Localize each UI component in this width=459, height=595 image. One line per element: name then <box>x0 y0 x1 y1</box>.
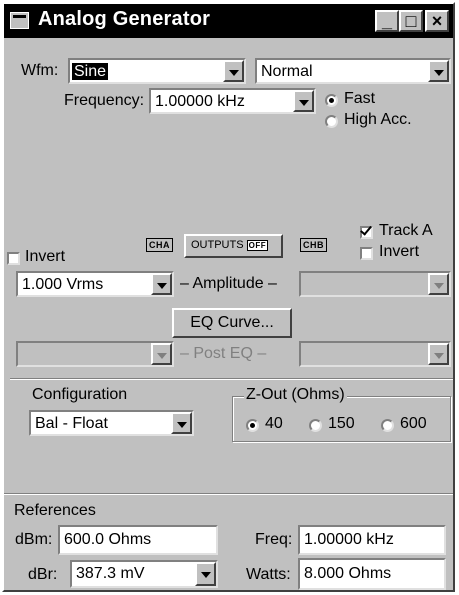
track-a-label: Track A <box>379 222 433 239</box>
amplitude-label: – Amplitude – <box>180 275 277 292</box>
title-bar[interactable]: Analog Generator _ □ × <box>4 4 453 38</box>
dbr-value: 387.3 mV <box>76 565 145 582</box>
zout-600-label: 600 <box>400 415 427 432</box>
separator <box>4 493 453 495</box>
chevron-down-icon[interactable] <box>195 562 216 586</box>
amplitude-a-value: 1.000 Vrms <box>22 276 104 293</box>
fast-label: Fast <box>344 90 376 107</box>
freq-ref-label: Freq: <box>255 531 293 548</box>
window-title: Analog Generator <box>38 8 211 30</box>
maximize-button[interactable]: □ <box>399 10 423 32</box>
close-button[interactable]: × <box>425 10 449 32</box>
invert-b-label: Invert <box>379 243 420 260</box>
dbm-value: 600.0 Ohms <box>64 531 152 548</box>
configuration-select[interactable]: Bal - Float <box>29 410 194 436</box>
outputs-state-badge: OFF <box>246 240 269 251</box>
chevron-down-icon[interactable] <box>428 343 449 365</box>
outputs-label: OUTPUTS <box>191 239 244 251</box>
chb-indicator: CHB <box>300 238 327 252</box>
chevron-down-icon[interactable] <box>171 412 192 434</box>
watts-label: Watts: <box>246 566 291 583</box>
chevron-down-icon[interactable] <box>223 60 244 82</box>
system-menu-icon[interactable] <box>10 12 29 29</box>
invert-a-label: Invert <box>25 248 66 265</box>
fast-radio[interactable] <box>325 94 338 107</box>
frequency-value: 1.00000 kHz <box>155 93 245 110</box>
separator <box>10 378 453 380</box>
chevron-down-icon[interactable] <box>293 90 314 112</box>
freq-ref-input[interactable]: 1.00000 kHz <box>298 525 446 555</box>
post-eq-b-select[interactable] <box>299 341 451 367</box>
cha-indicator: CHA <box>146 238 173 252</box>
configuration-value: Bal - Float <box>35 415 108 432</box>
dbr-select[interactable]: 387.3 mV <box>70 560 218 588</box>
waveform-mode-select[interactable]: Normal <box>255 58 451 84</box>
freq-ref-value: 1.00000 kHz <box>304 531 394 548</box>
references-label: References <box>14 502 96 519</box>
invert-a-checkbox[interactable] <box>7 252 20 265</box>
waveform-value: Sine <box>72 63 109 80</box>
watts-input[interactable]: 8.000 Ohms <box>298 558 446 590</box>
frequency-input[interactable]: 1.00000 kHz <box>149 88 316 114</box>
wfm-label: Wfm: <box>21 62 59 79</box>
waveform-select[interactable]: Sine <box>68 58 246 84</box>
outputs-button[interactable]: OUTPUTS OFF <box>184 234 283 258</box>
watts-value: 8.000 Ohms <box>304 565 392 582</box>
eq-curve-button[interactable]: EQ Curve... <box>172 308 292 338</box>
chevron-down-icon[interactable] <box>151 343 172 365</box>
high-acc-label: High Acc. <box>344 111 412 128</box>
dbm-input[interactable]: 600.0 Ohms <box>58 525 218 555</box>
post-eq-label: – Post EQ – <box>180 345 267 362</box>
track-a-checkbox[interactable] <box>360 226 373 239</box>
zout-150-radio[interactable] <box>309 419 322 432</box>
zout-40-label: 40 <box>265 415 283 432</box>
minimize-button[interactable]: _ <box>375 10 399 32</box>
high-acc-radio[interactable] <box>325 115 338 128</box>
zout-600-radio[interactable] <box>381 419 394 432</box>
waveform-mode-value: Normal <box>261 63 313 80</box>
dbm-label: dBm: <box>15 531 53 548</box>
amplitude-b-select[interactable] <box>299 271 451 297</box>
frequency-label: Frequency: <box>64 92 145 109</box>
amplitude-a-select[interactable]: 1.000 Vrms <box>16 271 174 297</box>
zout-40-radio[interactable] <box>246 419 259 432</box>
chevron-down-icon[interactable] <box>428 60 449 82</box>
zout-label: Z-Out (Ohms) <box>244 386 347 404</box>
dbr-label: dBr: <box>28 566 58 583</box>
configuration-label: Configuration <box>32 386 128 403</box>
chevron-down-icon[interactable] <box>151 273 172 295</box>
zout-150-label: 150 <box>328 415 355 432</box>
post-eq-a-select[interactable] <box>16 341 174 367</box>
chevron-down-icon[interactable] <box>428 273 449 295</box>
invert-b-checkbox[interactable] <box>360 247 373 260</box>
